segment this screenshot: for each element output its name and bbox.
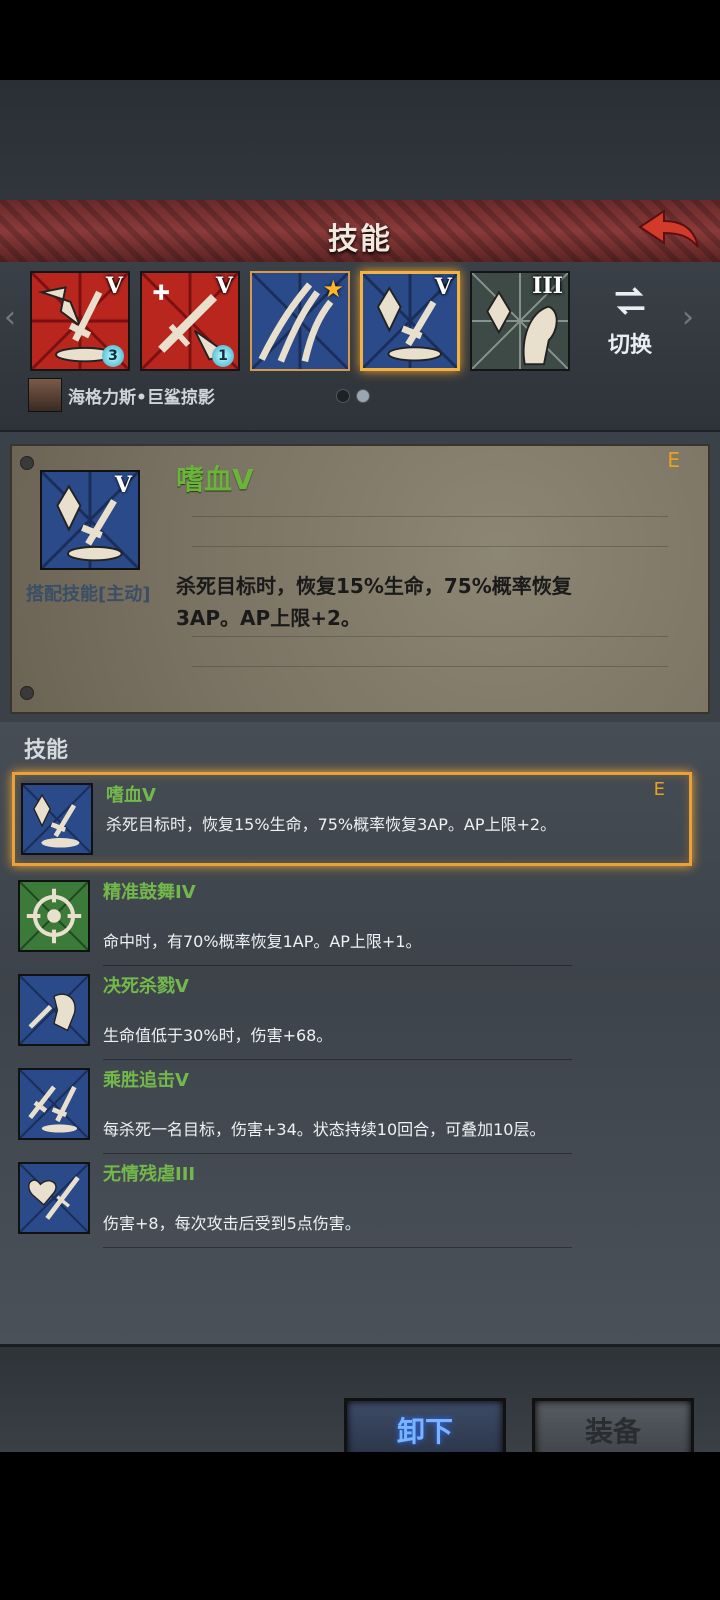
prev-page-icon[interactable]: ‹ [4,300,24,340]
rule-line [192,666,668,667]
rule-line [192,546,668,547]
skill-slot-4[interactable]: V [360,271,460,371]
row-divider [103,1247,572,1248]
skill-slot-2[interactable]: V 1 [140,271,240,371]
skill-list-item[interactable]: 无情残虐III 伤害+8，每次攻击后受到5点伤害。 [12,1154,692,1248]
skill-list-item[interactable]: 精准鼓舞IV 命中时，有70%概率恢复1AP。AP上限+1。 [12,872,692,966]
heart-sword-icon [18,1162,90,1234]
skill-name: 精准鼓舞IV [103,882,196,903]
slot-rank: III [532,273,563,299]
skill-list-item[interactable]: 乘胜追击V 每杀死一名目标，伤害+34。状态持续10回合，可叠加10层。 [12,1060,692,1154]
slot-rank: V [105,273,123,299]
skill-name: 嗜血V [106,785,156,806]
page-dot-active [356,389,370,403]
rule-line [192,636,668,637]
skill-name: 乘胜追击V [103,1070,189,1091]
slot-rank: V [434,274,452,300]
hero-info: 海格力斯•巨鲨掠影 [28,378,215,412]
skill-desc: 杀死目标时，恢复15%生命，75%概率恢复3AP。AP上限+2。 [106,815,557,834]
back-arrow-icon[interactable] [636,205,702,255]
crosshair-icon [18,880,90,952]
switch-label: 切换 [607,333,652,358]
detail-rank: V [114,472,132,498]
detail-skill-desc: 杀死目标时，恢复15%生命，75%概率恢复3AP。AP上限+2。 [176,574,572,630]
gem-badge: 3 [102,345,124,367]
switch-button[interactable]: 切换 [600,283,660,363]
skill-list-item[interactable]: 决死杀戮V 生命值低于30%时，伤害+68。 [12,966,692,1060]
gem-badge: 1 [212,345,234,367]
bottom-bezel [0,1452,720,1600]
detail-skill-name: 嗜血V [176,463,254,496]
detail-grade: E [667,448,680,472]
swap-arrows-icon [615,287,645,315]
fist-sword-icon [18,974,90,1046]
star-icon: ★ [322,275,344,303]
double-sword-icon [18,1068,90,1140]
skill-desc: 生命值低于30%时，伤害+68。 [103,1026,333,1045]
page-dot [336,389,350,403]
page-title: 技能 [328,222,392,257]
skill-slot-1[interactable]: V 3 [30,271,130,371]
hero-name: 海格力斯•巨鲨掠影 [68,387,215,408]
avatar [28,378,62,412]
rule-line [192,516,668,517]
skill-slot-3[interactable]: ★ [250,271,350,371]
skill-desc: 伤害+8，每次攻击后受到5点伤害。 [103,1214,361,1233]
skill-list-item[interactable]: 嗜血V 杀死目标时，恢复15%生命，75%概率恢复3AP。AP上限+2。 E [12,772,692,866]
skill-desc: 命中时，有70%概率恢复1AP。AP上限+1。 [103,932,422,951]
page-indicator [336,389,370,403]
next-page-icon[interactable]: › [682,300,702,340]
skill-name: 无情残虐III [103,1164,196,1185]
skill-grade: E [653,779,665,800]
bloodthirst-icon [21,783,93,855]
rivet [20,456,34,470]
skill-slot-5[interactable]: III [470,271,570,371]
rivet [20,686,34,700]
top-band [0,80,720,200]
title-bar: 技能 [0,200,720,264]
skill-name: 决死杀戮V [103,976,189,997]
section-title: 技能 [24,738,69,763]
skill-type-label: 搭配技能[主动] [26,584,151,605]
skill-desc: 每杀死一名目标，伤害+34。状态持续10回合，可叠加10层。 [103,1120,546,1139]
slot-rank: V [215,273,233,299]
detail-skill-icon: V [40,470,140,570]
